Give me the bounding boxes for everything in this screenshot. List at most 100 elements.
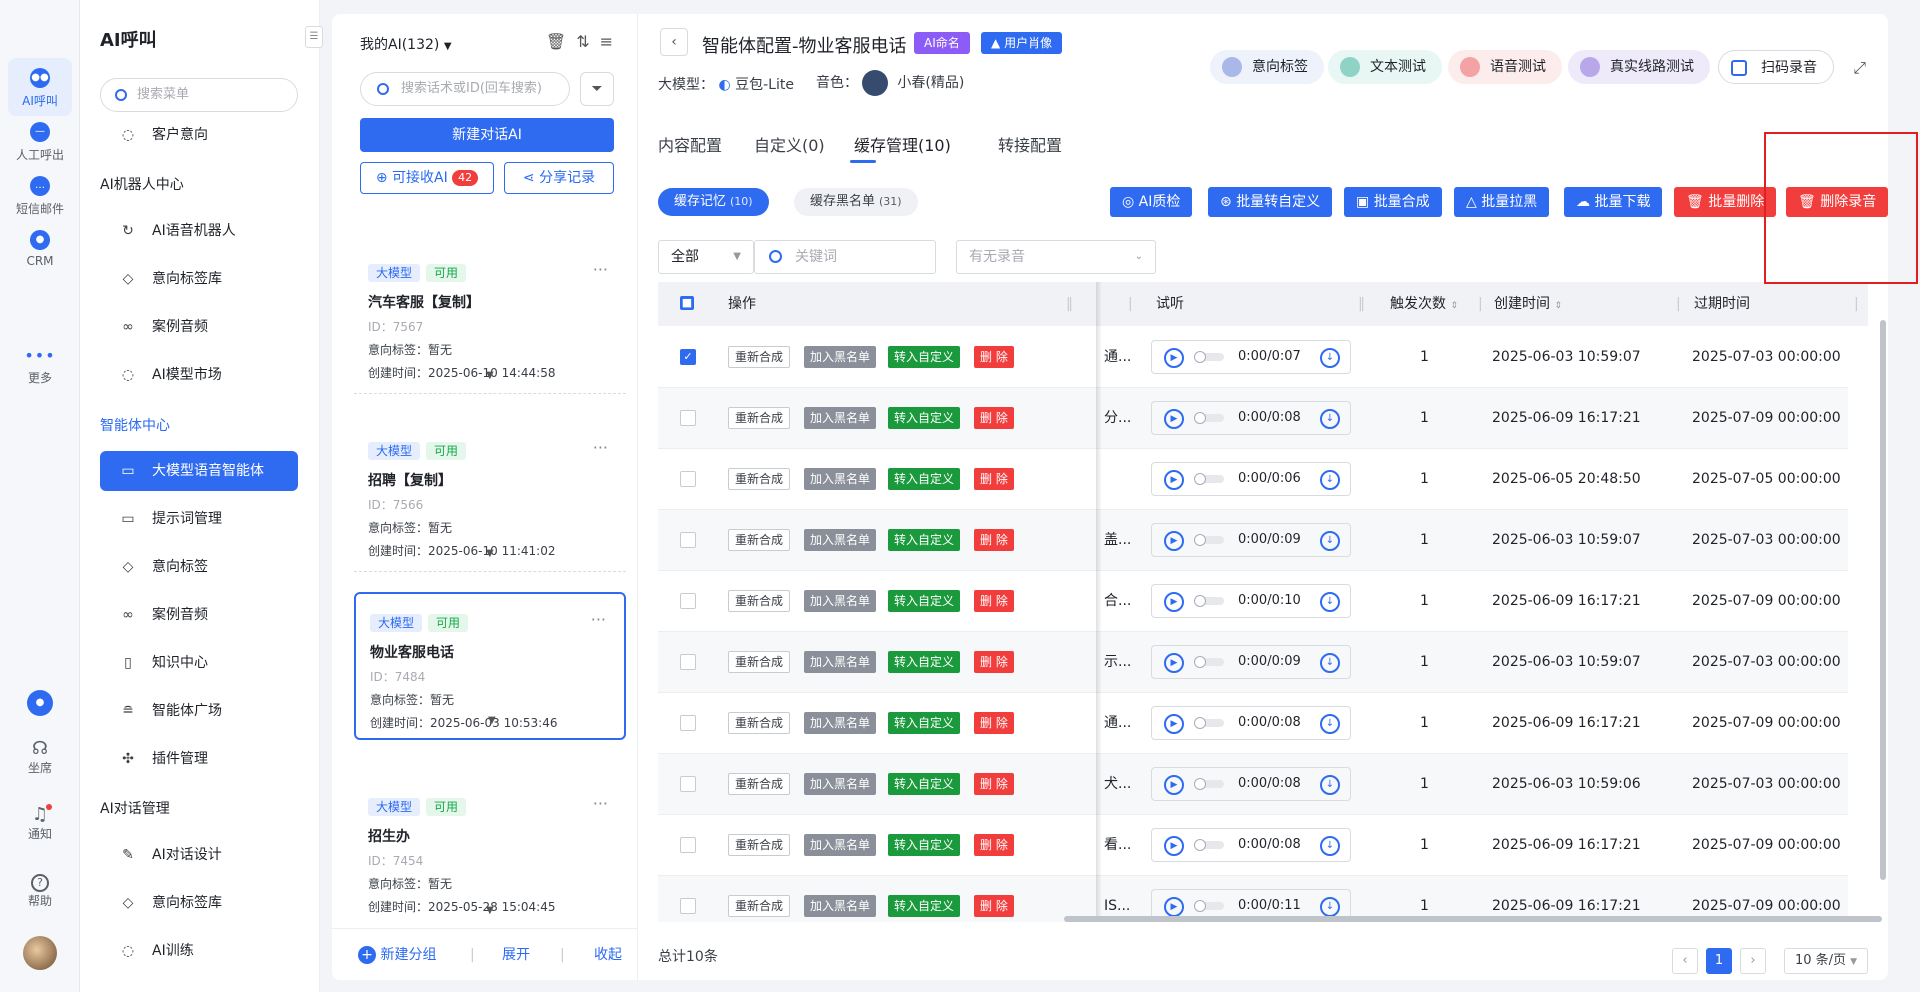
to-custom-button[interactable]: 转入自定义 [888,712,961,734]
blacklist-button[interactable]: 加入黑名单 [804,895,877,917]
ai-card[interactable]: 大模型 可用 ··· 招聘【复制】 ID：7566 意向标签：暂无 创建时间：20… [354,422,626,572]
ai-card-selected[interactable]: 大模型 可用 ··· 物业客服电话 ID：7484 意向标签：暂无 创建时间：20… [354,592,626,740]
row-checkbox[interactable] [680,654,696,670]
resynth-button[interactable]: 重新合成 [728,346,791,368]
status-dot[interactable]: ● [0,690,80,716]
to-custom-button[interactable]: 转入自定义 [888,834,961,856]
blacklist-button[interactable]: 加入黑名单 [804,468,877,490]
resynth-button[interactable]: 重新合成 [728,529,791,551]
col-resize-handle[interactable]: ‖ [1066,282,1073,326]
nav-item-ai-training[interactable]: ◌ AI训练 [100,931,298,971]
batch-blacklist-button[interactable]: △ 批量拉黑 [1454,187,1550,217]
resynth-button[interactable]: 重新合成 [728,407,791,429]
real-line-test-button[interactable]: 真实线路测试 [1568,50,1710,84]
progress-thumb[interactable] [1194,473,1206,485]
scan-record-button[interactable]: 扫码录音 [1718,50,1834,84]
progress-thumb[interactable] [1194,717,1206,729]
resynth-button[interactable]: 重新合成 [728,895,791,917]
sort-icon[interactable]: ⇅ [576,32,599,51]
blacklist-button[interactable]: 加入黑名单 [804,529,877,551]
nav-item-agent-plaza[interactable]: ≘ 智能体广场 [100,691,298,731]
nav-collapse-button[interactable]: ☰ [305,26,323,48]
scope-select[interactable]: 全部 ▼ [658,240,754,274]
to-custom-button[interactable]: 转入自定义 [888,529,961,551]
download-icon[interactable]: ↓ [1320,653,1340,673]
col-resize-handle[interactable]: | [1676,282,1681,326]
resynth-button[interactable]: 重新合成 [728,834,791,856]
delete-button[interactable]: 删 除 [974,895,1014,917]
intent-tag-tool-button[interactable]: 意向标签 [1210,50,1324,84]
vertical-scrollbar[interactable] [1880,320,1886,880]
resynth-button[interactable]: 重新合成 [728,651,791,673]
to-custom-button[interactable]: 转入自定义 [888,468,961,490]
blacklist-button[interactable]: 加入黑名单 [804,407,877,429]
text-test-button[interactable]: 文本测试 [1328,50,1442,84]
user-avatar[interactable] [0,936,80,973]
ai-search-input[interactable]: 搜索话术或ID(回车搜索) [360,72,570,106]
new-group-button[interactable]: + 新建分组 [358,929,436,980]
row-checkbox[interactable] [680,593,696,609]
play-icon[interactable]: ▶ [1164,470,1184,490]
seg-cache-blacklist[interactable]: 缓存黑名单 (31) [794,188,918,216]
ai-card[interactable]: 大模型 可用 ··· 汽车客服【复制】 ID：7567 意向标签：暂无 创建时间：… [354,244,626,394]
col-resize-handle[interactable]: | [1128,282,1133,326]
progress-thumb[interactable] [1194,534,1206,546]
expand-button[interactable]: 展开 [502,929,530,980]
chevron-down-icon[interactable]: ▼ [486,370,494,381]
share-records-button[interactable]: ⋖ 分享记录 [504,162,614,194]
col-count[interactable]: 触发次数 ⇕ [1390,282,1458,328]
receivable-ai-button[interactable]: ⊕ 可接收AI 42 [360,162,494,194]
rail-item-crm[interactable]: ● CRM [8,220,72,278]
nav-search-input[interactable]: 搜索菜单 [100,78,298,112]
to-custom-button[interactable]: 转入自定义 [888,346,961,368]
row-checkbox[interactable] [680,837,696,853]
more-icon[interactable]: ··· [593,794,608,813]
tab-transfer-config[interactable]: 转接配置 [998,132,1062,156]
rail-item-ai-call[interactable]: ●● AI呼叫 [8,58,72,116]
download-icon[interactable]: ↓ [1320,897,1340,917]
download-icon[interactable]: ↓ [1320,592,1340,612]
ai-quality-button[interactable]: ◎ AI质检 [1110,187,1193,217]
nav-item-intent-tag-library[interactable]: ◇ 意向标签库 [100,259,298,299]
nav-item-intent-tag[interactable]: ◇ 意向标签 [100,547,298,587]
my-ai-dropdown[interactable]: 我的AI(132) ▼ [360,34,452,54]
resynth-button[interactable]: 重新合成 [728,590,791,612]
blacklist-button[interactable]: 加入黑名单 [804,590,877,612]
delete-button[interactable]: 删 除 [974,468,1014,490]
blacklist-button[interactable]: 加入黑名单 [804,651,877,673]
page-size-select[interactable]: 10 条/页 ▼ [1784,948,1868,974]
nav-item-customer-intent[interactable]: ◌ 客户意向 [100,115,298,155]
progress-thumb[interactable] [1194,900,1206,912]
to-custom-button[interactable]: 转入自定义 [888,407,961,429]
blacklist-button[interactable]: 加入黑名单 [804,834,877,856]
nav-item-ai-model-market[interactable]: ◌ AI模型市场 [100,355,298,395]
batch-synth-button[interactable]: ▣ 批量合成 [1344,187,1442,217]
nav-item-case-audio-2[interactable]: ∞ 案例音频 [100,595,298,635]
user-portrait-pill[interactable]: ▲ 用户肖像 [981,32,1063,54]
row-checkbox[interactable] [680,410,696,426]
resynth-button[interactable]: 重新合成 [728,468,791,490]
chevron-down-icon[interactable]: ▼ [486,548,494,559]
blacklist-button[interactable]: 加入黑名单 [804,346,877,368]
page-number[interactable]: 1 [1706,948,1732,974]
batch-to-custom-button[interactable]: ⊛ 批量转自定义 [1208,187,1333,217]
select-all-checkbox[interactable]: ■ [680,296,694,310]
play-icon[interactable]: ▶ [1164,653,1184,673]
delete-button[interactable]: 删 除 [974,590,1014,612]
row-checkbox[interactable] [680,898,696,914]
next-page-button[interactable]: › [1740,948,1766,974]
nav-item-knowledge-center[interactable]: ▯ 知识中心 [100,643,298,683]
fullscreen-icon[interactable]: ⤢ [1853,58,1866,78]
progress-thumb[interactable] [1194,656,1206,668]
play-icon[interactable]: ▶ [1164,775,1184,795]
tab-custom[interactable]: 自定义(0) [754,132,825,156]
seg-cache-memory[interactable]: 缓存记忆 (10) [658,188,769,216]
progress-thumb[interactable] [1194,351,1206,363]
blacklist-button[interactable]: 加入黑名单 [804,773,877,795]
filter-button[interactable]: ⏷ [580,72,614,106]
more-icon[interactable]: ··· [591,610,606,629]
play-icon[interactable]: ▶ [1164,836,1184,856]
tab-content-config[interactable]: 内容配置 [658,132,722,156]
trash-icon[interactable]: 🗑 [546,32,576,51]
download-icon[interactable]: ↓ [1320,714,1340,734]
